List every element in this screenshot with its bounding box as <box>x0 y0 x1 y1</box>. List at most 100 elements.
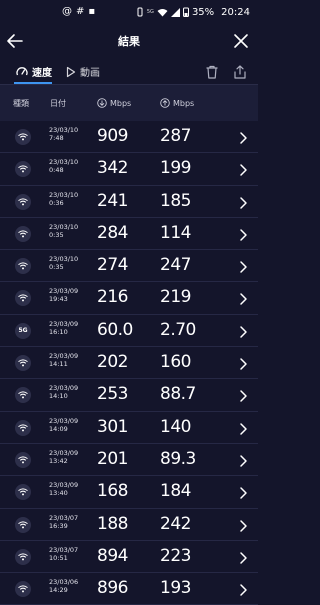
battery-percent: 35% <box>191 6 215 18</box>
result-date: 23/03/09 <box>49 448 79 457</box>
tab-video-label: 動画 <box>80 68 100 79</box>
upload-speed: 287 <box>160 126 191 146</box>
result-time: 14:11 <box>49 360 68 369</box>
result-row[interactable]: 23/03/10 7:48 909 287 <box>0 121 258 154</box>
chevron-right-icon[interactable] <box>238 356 248 370</box>
result-time: 19:43 <box>49 295 68 304</box>
upload-speed: 88.7 <box>160 384 196 405</box>
result-row[interactable]: 23/03/09 19:43 216 219 <box>0 282 258 315</box>
chevron-right-icon[interactable] <box>238 582 248 596</box>
result-row[interactable]: 23/03/09 14:11 202 160 <box>0 347 258 380</box>
download-speed: 894 <box>97 545 128 566</box>
hash-icon: # <box>76 6 85 17</box>
result-time: 0:35 <box>49 263 64 272</box>
result-time: 0:36 <box>49 198 64 207</box>
result-datetime: 23/03/10 0:35 <box>49 223 78 239</box>
wifi-icon <box>15 516 31 533</box>
tab-video[interactable]: 動画 <box>66 64 100 79</box>
download-speed: 188 <box>97 513 128 534</box>
result-row[interactable]: 23/03/10 0:48 342 199 <box>0 153 258 186</box>
result-datetime: 23/03/09 14:09 <box>49 417 78 433</box>
column-date[interactable]: 日付 <box>50 98 66 109</box>
result-date: 23/03/10 <box>49 126 79 134</box>
result-row[interactable]: 23/03/07 16:39 188 242 <box>0 509 258 541</box>
app-header: 結果 <box>0 24 258 60</box>
chevron-right-icon[interactable] <box>238 195 248 209</box>
vibrate-icon <box>137 7 143 17</box>
signal-icon <box>170 7 180 17</box>
notification-dot-icon: ▪ <box>88 6 96 17</box>
download-speed: 60.0 <box>97 319 133 340</box>
result-time: 0:48 <box>49 166 64 175</box>
download-speed: 202 <box>97 352 128 373</box>
download-speed: 253 <box>97 384 128 405</box>
result-datetime: 23/03/10 7:48 <box>49 126 78 142</box>
result-datetime: 23/03/10 0:48 <box>49 158 78 174</box>
wifi-icon <box>15 129 31 145</box>
chevron-right-icon[interactable] <box>238 518 248 532</box>
share-icon[interactable] <box>232 64 248 80</box>
download-arrow-icon <box>97 98 107 108</box>
wifi-icon <box>15 581 31 598</box>
wifi-icon <box>15 355 31 372</box>
upload-speed: 185 <box>160 190 191 211</box>
result-date: 23/03/09 <box>49 481 79 490</box>
chevron-right-icon[interactable] <box>238 453 248 467</box>
result-row[interactable]: 23/03/09 14:09 301 140 <box>0 412 258 444</box>
column-download-label: Mbps <box>110 98 132 108</box>
column-download[interactable]: Mbps <box>97 98 131 108</box>
wifi-icon <box>15 258 31 275</box>
result-date: 23/03/10 <box>49 255 79 264</box>
chevron-right-icon[interactable] <box>238 324 248 338</box>
chevron-right-icon[interactable] <box>238 550 248 564</box>
page-title: 結果 <box>118 35 140 48</box>
result-datetime: 23/03/09 16:10 <box>49 320 78 336</box>
download-speed: 168 <box>97 481 128 502</box>
chevron-right-icon[interactable] <box>238 421 248 435</box>
result-date: 23/03/07 <box>49 545 79 554</box>
chevron-right-icon[interactable] <box>238 130 248 144</box>
result-row[interactable]: 5G 23/03/09 16:10 60.0 2.70 <box>0 315 258 348</box>
chevron-right-icon[interactable] <box>238 227 248 241</box>
upload-speed: 140 <box>160 416 191 437</box>
result-datetime: 23/03/06 14:29 <box>49 578 78 594</box>
result-time: 13:40 <box>49 489 68 498</box>
result-datetime: 23/03/09 14:11 <box>49 352 78 368</box>
result-row[interactable]: 23/03/09 14:10 253 88.7 <box>0 379 258 412</box>
chevron-right-icon[interactable] <box>238 485 248 500</box>
tab-speed[interactable]: 速度 <box>16 64 52 79</box>
column-type[interactable]: 種類 <box>13 98 29 109</box>
column-upload[interactable]: Mbps <box>160 98 194 108</box>
download-speed: 342 <box>97 158 128 179</box>
upload-speed: 160 <box>160 352 191 373</box>
result-row[interactable]: 23/03/09 13:40 168 184 <box>0 476 258 509</box>
result-date: 23/03/09 <box>49 352 79 361</box>
column-upload-label: Mbps <box>173 98 195 108</box>
close-icon[interactable] <box>232 32 250 50</box>
upload-speed: 193 <box>160 578 191 599</box>
result-row[interactable]: 23/03/09 13:42 201 89.3 <box>0 444 258 477</box>
result-date: 23/03/09 <box>49 416 79 425</box>
download-speed: 201 <box>97 448 128 469</box>
network-5g-label: 5G <box>18 327 28 335</box>
result-row[interactable]: 23/03/06 14:29 896 193 <box>0 573 258 605</box>
result-datetime: 23/03/09 14:10 <box>49 384 78 400</box>
chevron-right-icon[interactable] <box>238 162 248 177</box>
upload-arrow-icon <box>160 98 170 108</box>
result-row[interactable]: 23/03/10 0:35 284 114 <box>0 218 258 251</box>
chevron-right-icon[interactable] <box>238 388 248 403</box>
result-date: 23/03/09 <box>49 319 79 328</box>
result-date: 23/03/07 <box>49 513 79 522</box>
upload-speed: 247 <box>160 255 191 276</box>
result-date: 23/03/10 <box>49 158 79 167</box>
cellular-5g-icon: 5G <box>15 322 31 339</box>
result-row[interactable]: 23/03/10 0:35 274 247 <box>0 250 258 283</box>
result-row[interactable]: 23/03/07 10:51 894 223 <box>0 541 258 574</box>
trash-icon[interactable] <box>204 64 220 80</box>
chevron-right-icon[interactable] <box>238 259 248 273</box>
result-row[interactable]: 23/03/10 0:36 241 185 <box>0 186 258 218</box>
status-left-icons: @ # ▪ <box>62 6 95 17</box>
result-datetime: 23/03/09 13:40 <box>49 481 78 497</box>
chevron-right-icon[interactable] <box>238 291 248 306</box>
result-date: 23/03/10 <box>49 222 79 231</box>
